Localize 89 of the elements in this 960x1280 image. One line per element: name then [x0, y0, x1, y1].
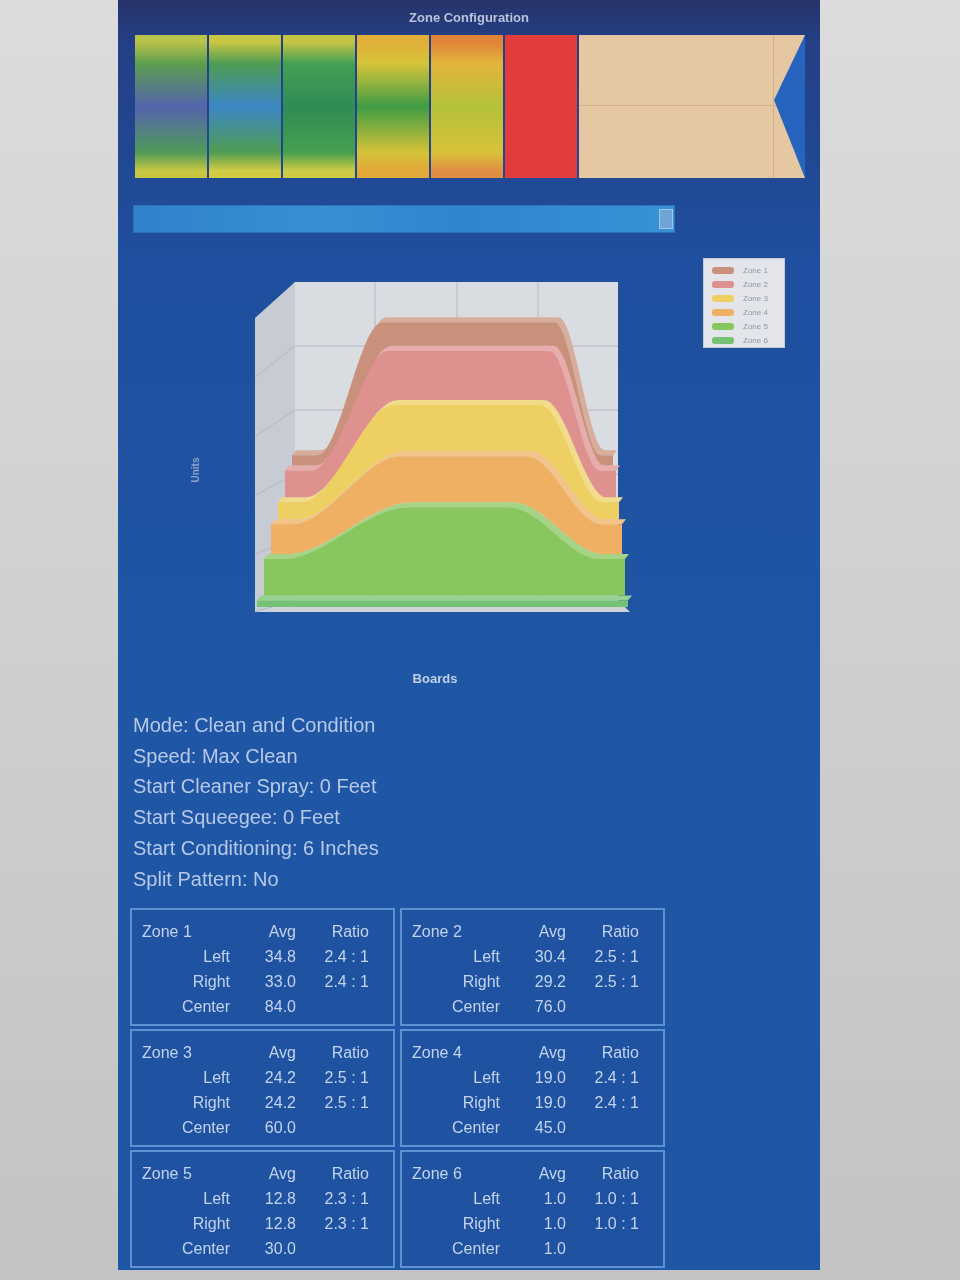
slider-thumb[interactable] [659, 209, 673, 229]
row-label: Right [462, 1093, 500, 1114]
table-cell-text: 2.3 : 1 [324, 1189, 369, 1210]
panel-title: Zone Configuration [409, 10, 529, 25]
column-header: Avg [538, 922, 566, 943]
setting-text: Mode: Clean and Condition [133, 713, 376, 738]
row-label: Left [473, 1189, 500, 1210]
table-cell-text: 2.4 : 1 [324, 947, 369, 968]
table-cell-text: 12.8 [264, 1214, 296, 1235]
axis-title: Boards [412, 671, 458, 686]
row-label: Center [451, 1239, 500, 1260]
setting-text: Start Cleaner Spray: 0 Feet [133, 774, 377, 800]
zone-title: Zone 3 [142, 1043, 192, 1064]
setting-text: Start Conditioning: 6 Inches [133, 835, 379, 861]
table-cell-text: 2.3 : 1 [324, 1214, 369, 1235]
column-header: Ratio [331, 1164, 369, 1185]
table-cell-text: 60.0 [264, 1118, 296, 1139]
row-label: Right [192, 1214, 230, 1235]
table-cell-text: 19.0 [534, 1093, 566, 1114]
zone-bar[interactable] [431, 35, 503, 178]
table-cell-text: 1.0 [543, 1214, 566, 1235]
row-label: Center [181, 1239, 230, 1260]
table-cell-text: 2.5 : 1 [324, 1093, 369, 1114]
table-cell-text: 34.8 [264, 947, 296, 968]
legend-label: Zone 2 [743, 279, 768, 290]
row-label: Right [462, 1214, 500, 1235]
zone-title: Zone 5 [142, 1164, 192, 1185]
zone-title: Zone 1 [142, 922, 192, 943]
row-label: Left [203, 1189, 230, 1210]
column-header: Ratio [331, 922, 369, 943]
zone-bar[interactable] [283, 35, 355, 178]
column-header: Ratio [601, 1043, 639, 1064]
triangle-icon [774, 35, 805, 178]
row-label: Left [473, 947, 500, 968]
row-label: Center [181, 1118, 230, 1139]
row-label: Center [451, 1118, 500, 1139]
axis-title: Units [190, 457, 201, 483]
table-cell-text: 2.4 : 1 [324, 972, 369, 993]
table-cell-text: 19.0 [534, 1068, 566, 1089]
row-label: Left [473, 1068, 500, 1089]
table-cell-text: 84.0 [264, 997, 296, 1018]
column-header: Avg [268, 1164, 296, 1185]
setting-text: Speed: Max Clean [133, 743, 298, 769]
legend-label: Zone 5 [743, 321, 768, 332]
row-label: Center [181, 997, 230, 1018]
legend-label: Zone 6 [743, 335, 768, 346]
table-cell-text: 30.4 [534, 947, 566, 968]
zone-title: Zone 4 [412, 1043, 462, 1064]
zone-title: Zone 2 [412, 922, 462, 943]
table-cell-text: 76.0 [534, 997, 566, 1018]
table-cell-text: 1.0 : 1 [594, 1214, 639, 1235]
table-cell-text: 2.4 : 1 [594, 1093, 639, 1114]
position-slider[interactable] [133, 205, 675, 233]
column-header: Avg [538, 1043, 566, 1064]
table-cell-text: 1.0 [543, 1239, 566, 1260]
zone-bar[interactable] [209, 35, 281, 178]
column-header: Avg [538, 1164, 566, 1185]
zone-title: Zone 6 [412, 1164, 462, 1185]
setting-text: Start Squeegee: 0 Feet [133, 805, 340, 831]
table-cell-text: 1.0 : 1 [594, 1189, 639, 1210]
table-cell-text: 24.2 [264, 1093, 296, 1114]
row-label: Right [192, 972, 230, 993]
table-cell-text: 24.2 [264, 1068, 296, 1089]
column-header: Ratio [601, 922, 639, 943]
column-header: Avg [268, 1043, 296, 1064]
row-label: Right [462, 972, 500, 993]
table-cell-text: 2.4 : 1 [594, 1068, 639, 1089]
row-label: Right [192, 1093, 230, 1114]
legend-label: Zone 4 [743, 307, 768, 318]
column-header: Ratio [331, 1043, 369, 1064]
setting-text: Split Pattern: No [133, 866, 279, 892]
zone-bar[interactable] [357, 35, 429, 178]
column-header: Ratio [601, 1164, 639, 1185]
table-cell-text: 33.0 [264, 972, 296, 993]
row-label: Left [203, 947, 230, 968]
row-label: Center [451, 997, 500, 1018]
zone-bar[interactable] [135, 35, 207, 178]
table-cell-text: 29.2 [534, 972, 566, 993]
table-cell-text: 2.5 : 1 [594, 947, 639, 968]
table-cell-text: 1.0 [543, 1189, 566, 1210]
table-cell-text: 2.5 : 1 [324, 1068, 369, 1089]
table-cell-text: 2.5 : 1 [594, 972, 639, 993]
table-cell-text: 30.0 [264, 1239, 296, 1260]
legend-label: Zone 1 [743, 265, 768, 276]
table-cell-text: 45.0 [534, 1118, 566, 1139]
legend-label: Zone 3 [743, 293, 768, 304]
column-header: Avg [268, 922, 296, 943]
row-label: Left [203, 1068, 230, 1089]
table-cell-text: 12.8 [264, 1189, 296, 1210]
